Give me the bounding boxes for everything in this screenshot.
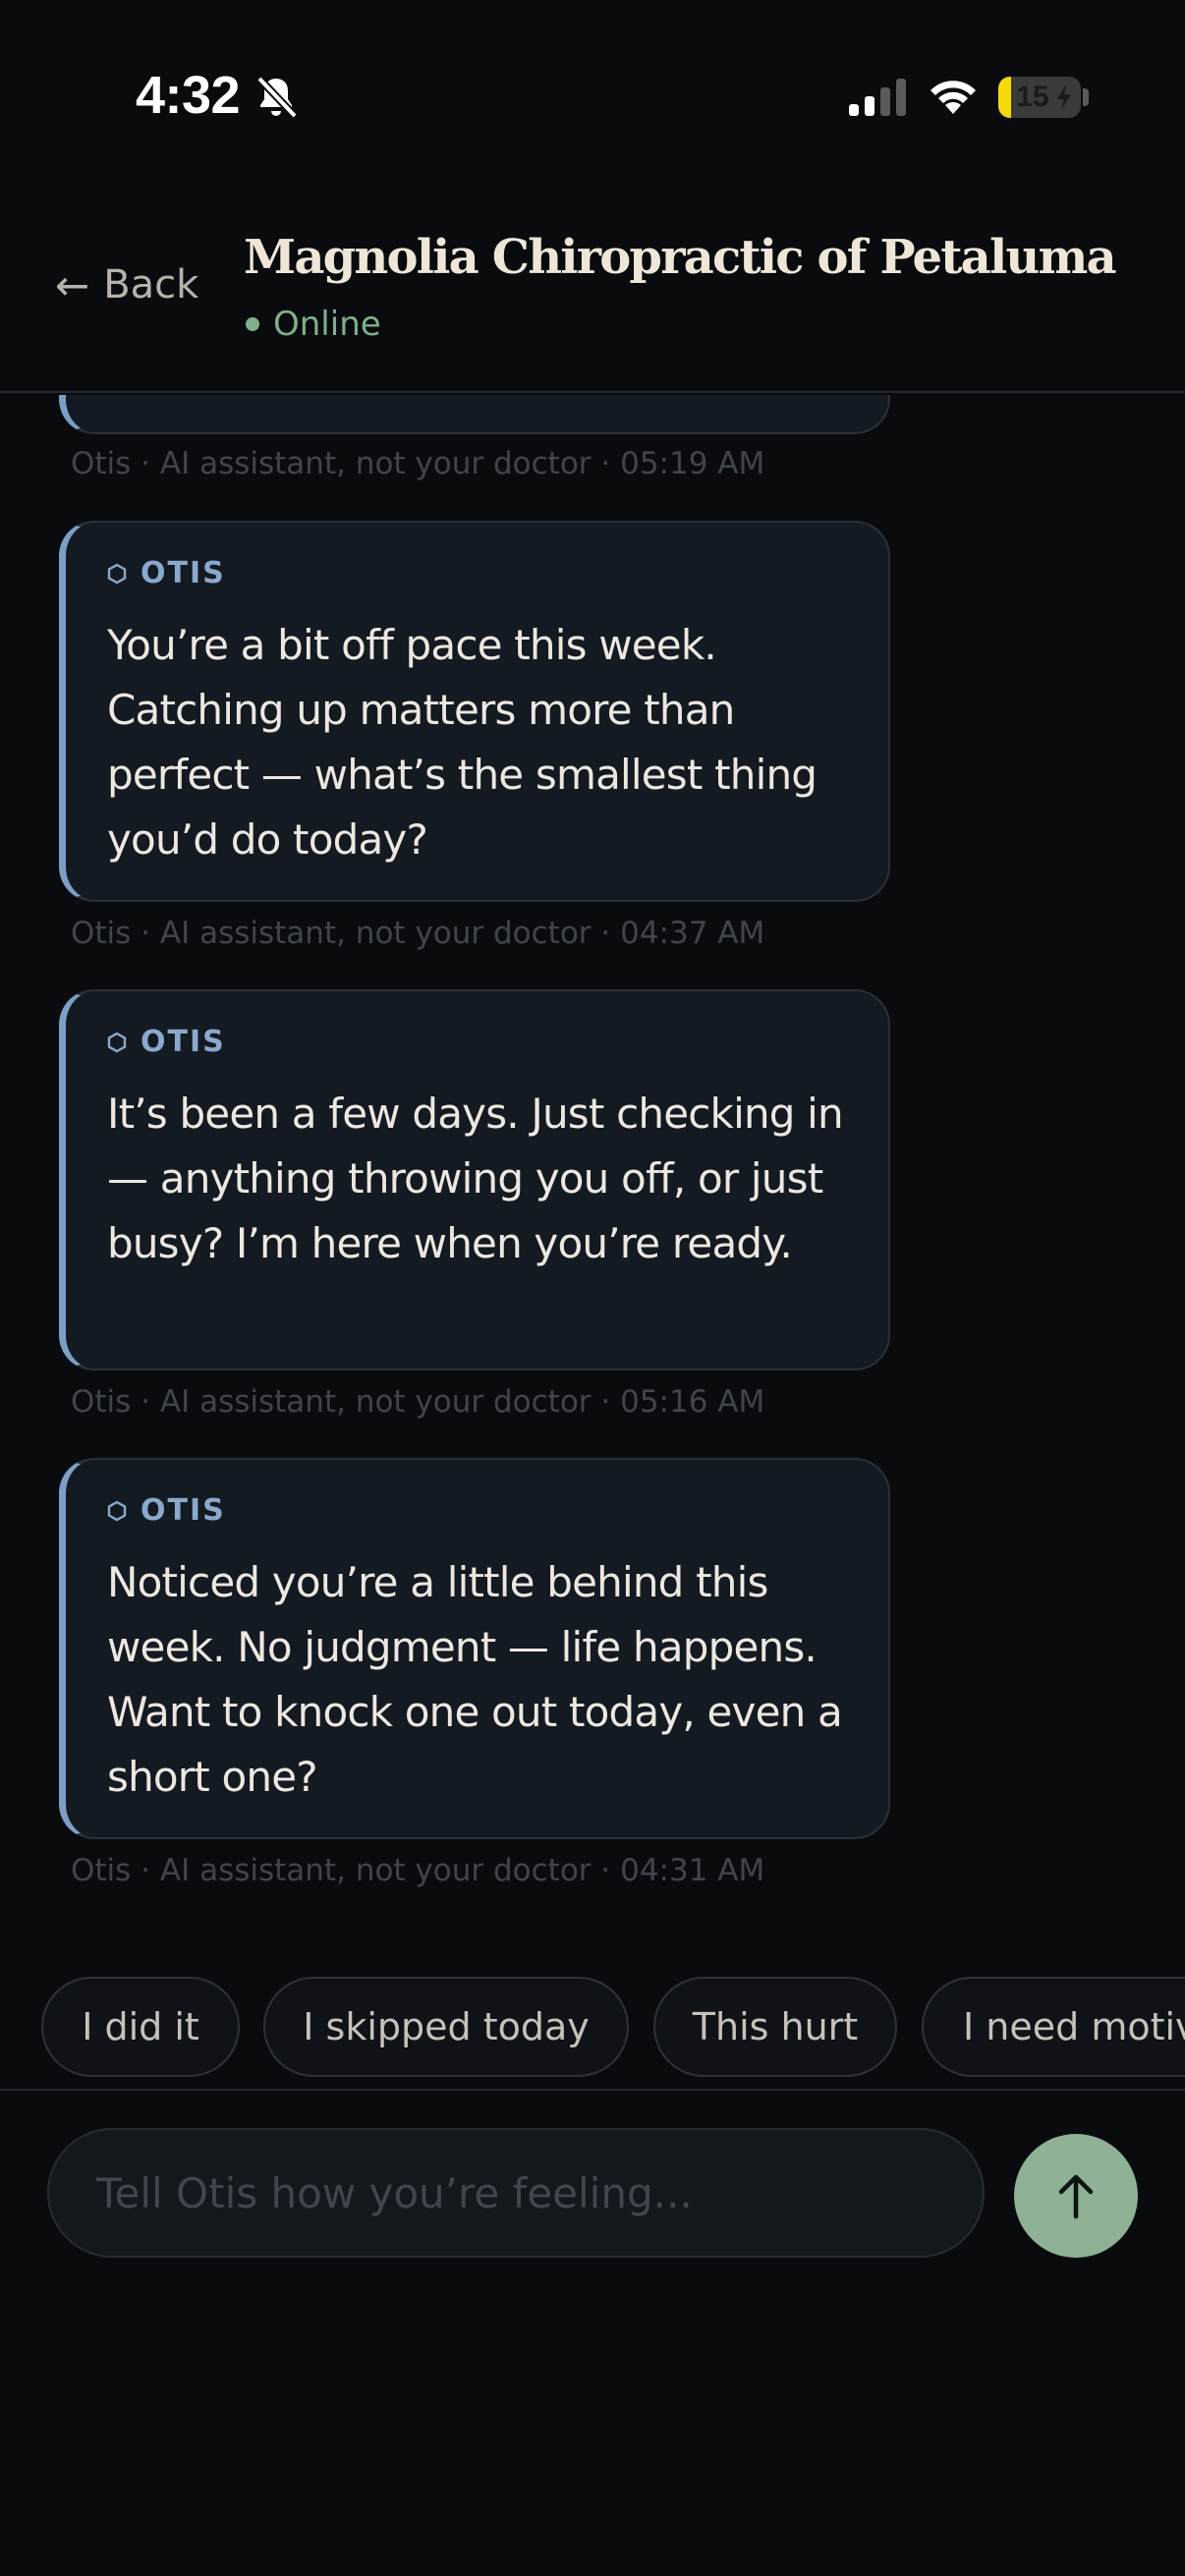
message-input[interactable] (47, 2128, 985, 2258)
hexagon-icon (107, 563, 127, 584)
message-bubble: OTIS Noticed you’re a little behind this… (59, 1458, 890, 1839)
message-text: It’s been a few days. Just checking in —… (107, 1090, 844, 1267)
composer-divider (0, 2089, 1185, 2091)
battery-cap (1083, 88, 1089, 106)
sender-label: OTIS (107, 1025, 226, 1059)
battery-indicator: 15 (998, 77, 1081, 118)
presence-status: Online (246, 305, 381, 344)
message-list[interactable]: Otis · AI assistant, not your doctor · 0… (0, 395, 1185, 1947)
status-time: 4:32 (136, 66, 241, 125)
arrow-up-icon (1058, 2174, 1094, 2219)
message-meta: Otis · AI assistant, not your doctor · 0… (71, 1384, 765, 1420)
message-meta: Otis · AI assistant, not your doctor · 0… (71, 446, 765, 481)
message-bubble: OTIS You’re a bit off pace this week. Ca… (59, 521, 890, 902)
send-button[interactable] (1014, 2134, 1138, 2258)
message-meta: Otis · AI assistant, not your doctor · 0… (71, 1853, 765, 1888)
sender-name: OTIS (141, 556, 226, 590)
chat-screen: 4:32 15 ← Back Magnolia Chiropractic of … (0, 0, 1185, 2576)
hexagon-icon (107, 1500, 127, 1521)
quick-reply-i-did-it[interactable]: I did it (41, 1977, 240, 2077)
message-meta: Otis · AI assistant, not your doctor · 0… (71, 916, 765, 951)
message-bubble: OTIS It’s been a few days. Just checking… (59, 989, 890, 1371)
online-dot-icon (246, 317, 259, 331)
back-button[interactable]: ← Back (55, 255, 198, 314)
quick-reply-this-hurt[interactable]: This hurt (653, 1977, 897, 2077)
sender-label: OTIS (107, 1493, 226, 1528)
status-bar: 4:32 15 (0, 0, 1185, 187)
presence-label: Online (273, 305, 381, 344)
quick-reply-skipped-today[interactable]: I skipped today (263, 1977, 629, 2077)
sender-name: OTIS (141, 1493, 226, 1528)
message-text: You’re a bit off pace this week. Catchin… (107, 621, 818, 864)
sender-name: OTIS (141, 1025, 226, 1059)
bell-slash-icon (256, 76, 298, 119)
cellular-signal-icon (849, 79, 906, 116)
back-arrow-icon: ← (55, 260, 90, 309)
page-title: Magnolia Chiropractic of Petaluma (244, 230, 1117, 285)
message-text: Noticed you’re a little behind this week… (107, 1558, 843, 1801)
back-label: Back (103, 262, 199, 308)
sender-label: OTIS (107, 556, 226, 590)
wifi-icon (931, 81, 976, 114)
chat-header: ← Back Magnolia Chiropractic of Petaluma… (0, 187, 1185, 393)
quick-reply-need-motivation[interactable]: I need motivation (922, 1977, 1185, 2077)
hexagon-icon (107, 1032, 127, 1052)
quick-reply-bar[interactable]: I did it I skipped today This hurt I nee… (0, 1977, 1185, 2079)
message-bubble-partial (59, 395, 890, 434)
bolt-icon (1057, 84, 1071, 110)
